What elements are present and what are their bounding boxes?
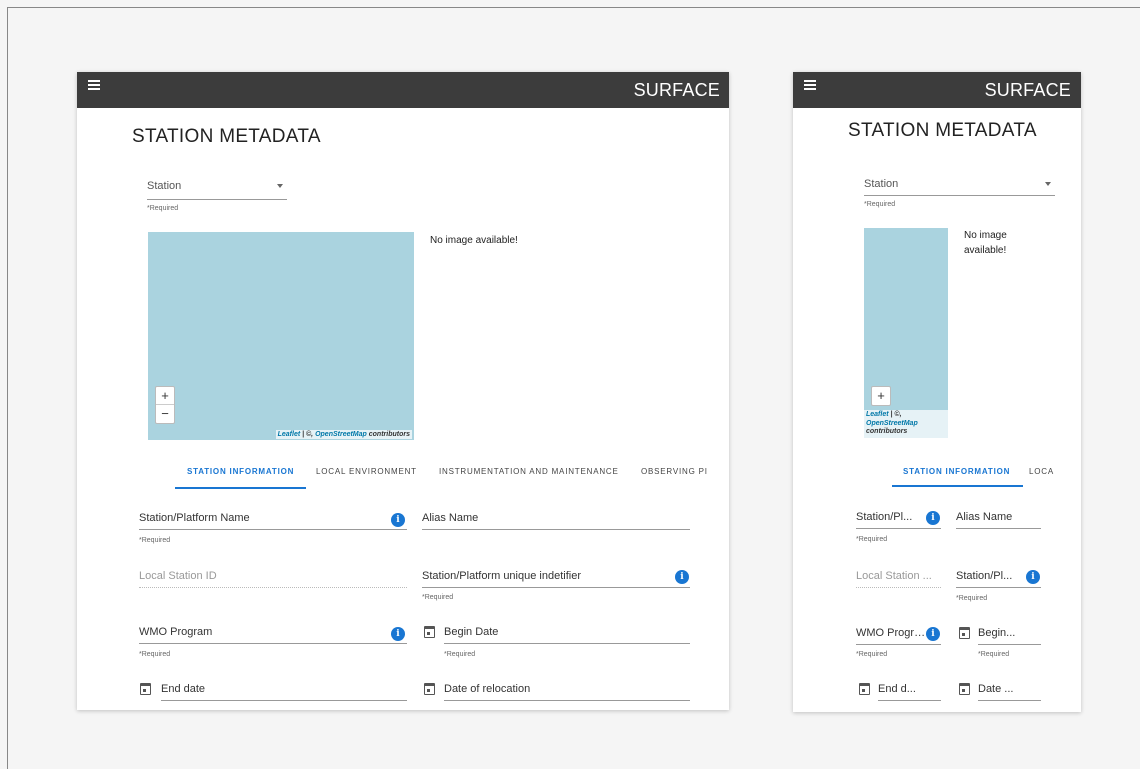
leaflet-link[interactable]: Leaflet — [866, 411, 889, 418]
dropdown-arrow-icon — [277, 184, 283, 188]
info-icon[interactable]: i — [675, 570, 689, 584]
info-icon[interactable]: i — [391, 627, 405, 641]
hamburger-menu-icon[interactable] — [88, 80, 100, 90]
osm-link[interactable]: OpenStreetMap — [866, 420, 918, 427]
relocation-date-field[interactable]: Date ... — [978, 683, 1041, 701]
station-select-label: Station — [147, 180, 182, 192]
tab-observing-practices[interactable]: OBSERVING PI — [641, 467, 708, 476]
tab-instrumentation-maintenance[interactable]: INSTRUMENTATION AND MAINTENANCE — [439, 467, 619, 476]
station-name-label: Station/Pl... — [856, 511, 913, 523]
unique-identifier-label: Station/Platform unique indetifier — [422, 570, 581, 582]
tab-local-environment[interactable]: LOCAL ENVIRONMENT — [316, 467, 417, 476]
end-date-label: End date — [161, 683, 206, 695]
begin-date-hint: *Required — [978, 651, 1010, 658]
end-date-field[interactable]: End date — [161, 683, 407, 701]
active-tab-indicator — [175, 487, 306, 489]
wmo-program-label: WMO Program — [856, 627, 929, 639]
station-name-hint: *Required — [856, 536, 888, 543]
calendar-icon[interactable] — [424, 683, 435, 695]
alias-name-field[interactable]: Alias Name — [956, 511, 1041, 529]
local-station-id-label: Local Station ... — [856, 570, 932, 582]
station-name-hint: *Required — [139, 537, 171, 544]
local-station-id-field: Local Station ... — [856, 570, 941, 588]
page-title: STATION METADATA — [848, 120, 1037, 141]
dropdown-arrow-icon — [1045, 182, 1051, 186]
zoom-control: + − — [155, 386, 175, 424]
begin-date-field[interactable]: Begin Date — [444, 626, 690, 644]
zoom-in-button[interactable]: + — [872, 387, 890, 405]
attribution-separator: | ©, — [300, 431, 316, 438]
no-image-line1: No image — [964, 230, 1007, 241]
begin-date-label: Begin... — [978, 627, 1016, 639]
relocation-date-field[interactable]: Date of relocation — [444, 683, 690, 701]
tab-local-environment[interactable]: LOCA — [1029, 467, 1054, 476]
station-select-label: Station — [864, 178, 899, 190]
page-title: STATION METADATA — [132, 126, 321, 147]
tab-bar: STATION INFORMATION LOCA — [793, 467, 1081, 491]
begin-date-hint: *Required — [444, 651, 476, 658]
begin-date-label: Begin Date — [444, 626, 499, 638]
app-bar: SURFACE — [77, 72, 729, 108]
info-icon[interactable]: i — [926, 511, 940, 525]
wmo-program-label: WMO Program — [139, 626, 213, 638]
local-station-id-field: Local Station ID — [139, 570, 407, 588]
info-icon[interactable]: i — [391, 513, 405, 527]
info-icon[interactable]: i — [926, 627, 940, 641]
station-name-label: Station/Platform Name — [139, 512, 250, 524]
relocation-date-label: Date of relocation — [444, 683, 531, 695]
no-image-line2: available! — [964, 244, 1007, 256]
end-date-label: End d... — [878, 683, 916, 695]
zoom-in-button[interactable]: + — [156, 387, 174, 405]
zoom-out-button[interactable]: − — [156, 405, 174, 423]
wmo-program-hint: *Required — [856, 651, 888, 658]
hamburger-menu-icon[interactable] — [804, 80, 816, 90]
station-required-hint: *Required — [147, 205, 179, 212]
station-map[interactable]: + − Leaflet | ©, OpenStreetMap contribut… — [148, 232, 414, 440]
unique-identifier-field[interactable]: Station/Platform unique indetifier — [422, 570, 690, 588]
leaflet-link[interactable]: Leaflet — [278, 431, 301, 438]
osm-link[interactable]: OpenStreetMap — [315, 431, 367, 438]
attribution-separator: | ©, — [888, 410, 902, 418]
alias-name-label: Alias Name — [422, 512, 479, 524]
mobile-screen: SURFACE STATION METADATA Station *Requir… — [793, 72, 1081, 712]
desktop-screen: SURFACE STATION METADATA Station *Requir… — [77, 72, 729, 710]
begin-date-field[interactable]: Begin... — [978, 627, 1041, 645]
local-station-id-label: Local Station ID — [139, 570, 217, 582]
zoom-control: + — [871, 386, 891, 406]
station-select[interactable]: Station — [864, 178, 1055, 196]
tab-station-information[interactable]: STATION INFORMATION — [187, 467, 294, 476]
wmo-program-hint: *Required — [139, 651, 171, 658]
active-tab-indicator — [892, 485, 1023, 487]
tab-station-information[interactable]: STATION INFORMATION — [903, 467, 1010, 476]
unique-identifier-hint: *Required — [956, 595, 988, 602]
map-attribution: Leaflet | ©, OpenStreetMap contributors — [864, 409, 948, 438]
app-title: SURFACE — [633, 80, 720, 100]
station-select[interactable]: Station — [147, 180, 287, 200]
no-image-message: No image available! — [964, 229, 1007, 258]
alias-name-field[interactable]: Alias Name — [422, 512, 690, 530]
attribution-contributors: contributors — [866, 428, 908, 436]
attribution-contributors: contributors — [368, 431, 410, 438]
unique-identifier-hint: *Required — [422, 594, 454, 601]
calendar-icon[interactable] — [424, 626, 435, 638]
station-required-hint: *Required — [864, 201, 896, 208]
end-date-field[interactable]: End d... — [878, 683, 941, 701]
wmo-program-field[interactable]: WMO Program — [139, 626, 407, 644]
calendar-icon[interactable] — [859, 683, 870, 695]
app-title: SURFACE — [984, 80, 1071, 100]
calendar-icon[interactable] — [140, 683, 151, 695]
relocation-date-label: Date ... — [978, 683, 1014, 695]
station-map[interactable]: + Leaflet | ©, OpenStreetMap contributors — [864, 228, 948, 438]
map-attribution: Leaflet | ©, OpenStreetMap contributors — [275, 430, 412, 439]
no-image-message: No image available! — [430, 235, 518, 246]
unique-identifier-label: Station/Pl... — [956, 570, 1013, 582]
app-bar: SURFACE — [793, 72, 1081, 108]
alias-name-label: Alias Name — [956, 511, 1013, 523]
calendar-icon[interactable] — [959, 683, 970, 695]
station-name-field[interactable]: Station/Platform Name — [139, 512, 407, 530]
calendar-icon[interactable] — [959, 627, 970, 639]
info-icon[interactable]: i — [1026, 570, 1040, 584]
